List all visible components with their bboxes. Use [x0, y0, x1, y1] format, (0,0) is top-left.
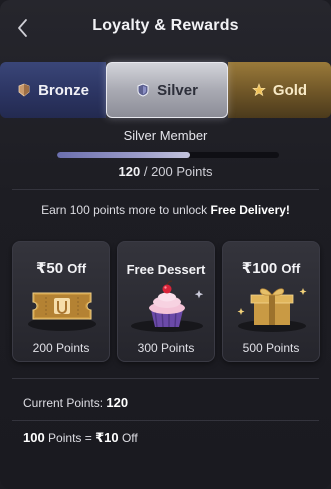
conversion-suffix: Off	[121, 431, 138, 445]
divider	[12, 189, 319, 190]
reward-suffix: Off	[281, 261, 301, 276]
ticket-icon	[28, 292, 96, 331]
conversion-value: ₹10	[95, 430, 119, 445]
reward-suffix: Off	[67, 261, 87, 276]
loyalty-screen: Loyalty & Rewards Bronze Silver Gold Sil…	[0, 0, 331, 489]
membership-label: Silver Member	[123, 128, 208, 143]
earn-message-highlight: Free Delivery!	[210, 203, 290, 217]
gift-box-icon	[237, 288, 307, 332]
tab-gold-label: Gold	[272, 81, 308, 99]
points-conversion: 100 Points = ₹10 Off	[23, 430, 138, 446]
current-points-label: Current Points:	[23, 396, 104, 410]
tab-bronze[interactable]: Bronze	[0, 62, 106, 118]
reward-amount: ₹50	[35, 260, 64, 277]
current-points-total: 120	[106, 395, 129, 410]
reward-card-50-off[interactable]: ₹50 Off 200 Points	[12, 241, 110, 362]
reward-amount: ₹100	[241, 260, 278, 277]
tier-tabs: Bronze Silver Gold	[0, 62, 331, 118]
reward-points: 300 Points	[137, 341, 195, 355]
tab-silver[interactable]: Silver	[106, 62, 228, 118]
divider	[12, 378, 319, 379]
points-progress-fill	[57, 152, 191, 158]
earn-message: Earn 100 points more to unlock Free Deli…	[0, 203, 331, 217]
tab-bronze-label: Bronze	[38, 81, 89, 99]
points-target: 200 Points	[151, 164, 213, 179]
reward-points: 500 Points	[242, 341, 300, 355]
tab-silver-label: Silver	[157, 81, 198, 99]
header: Loyalty & Rewards	[0, 0, 331, 54]
reward-card-free-dessert[interactable]: Free Dessert 300 Points	[117, 241, 215, 362]
conversion-points: 100	[23, 430, 45, 445]
page-title: Loyalty & Rewards	[92, 17, 239, 34]
points-progress-text: 120 / 200 Points	[0, 164, 331, 179]
points-progress-bar	[57, 152, 279, 158]
reward-points: 200 Points	[32, 341, 90, 355]
current-points-summary: Current Points: 120	[23, 395, 128, 410]
divider	[12, 420, 319, 421]
earn-message-text: Earn 100 points more to unlock	[41, 203, 208, 217]
reward-card-100-off[interactable]: ₹100 Off 500 Points	[222, 241, 320, 362]
conversion-mid: Points =	[48, 431, 92, 445]
reward-title: ₹100 Off	[223, 259, 319, 277]
silver-shield-icon	[137, 83, 149, 97]
gold-star-icon	[252, 83, 266, 97]
reward-title: ₹50 Off	[13, 259, 109, 277]
points-separator: /	[143, 164, 148, 179]
cupcake-icon	[131, 280, 204, 332]
current-points-value: 120	[118, 164, 141, 179]
reward-title: Free Dessert	[126, 262, 206, 277]
tab-gold[interactable]: Gold	[228, 62, 331, 118]
bronze-badge-icon	[18, 83, 30, 97]
